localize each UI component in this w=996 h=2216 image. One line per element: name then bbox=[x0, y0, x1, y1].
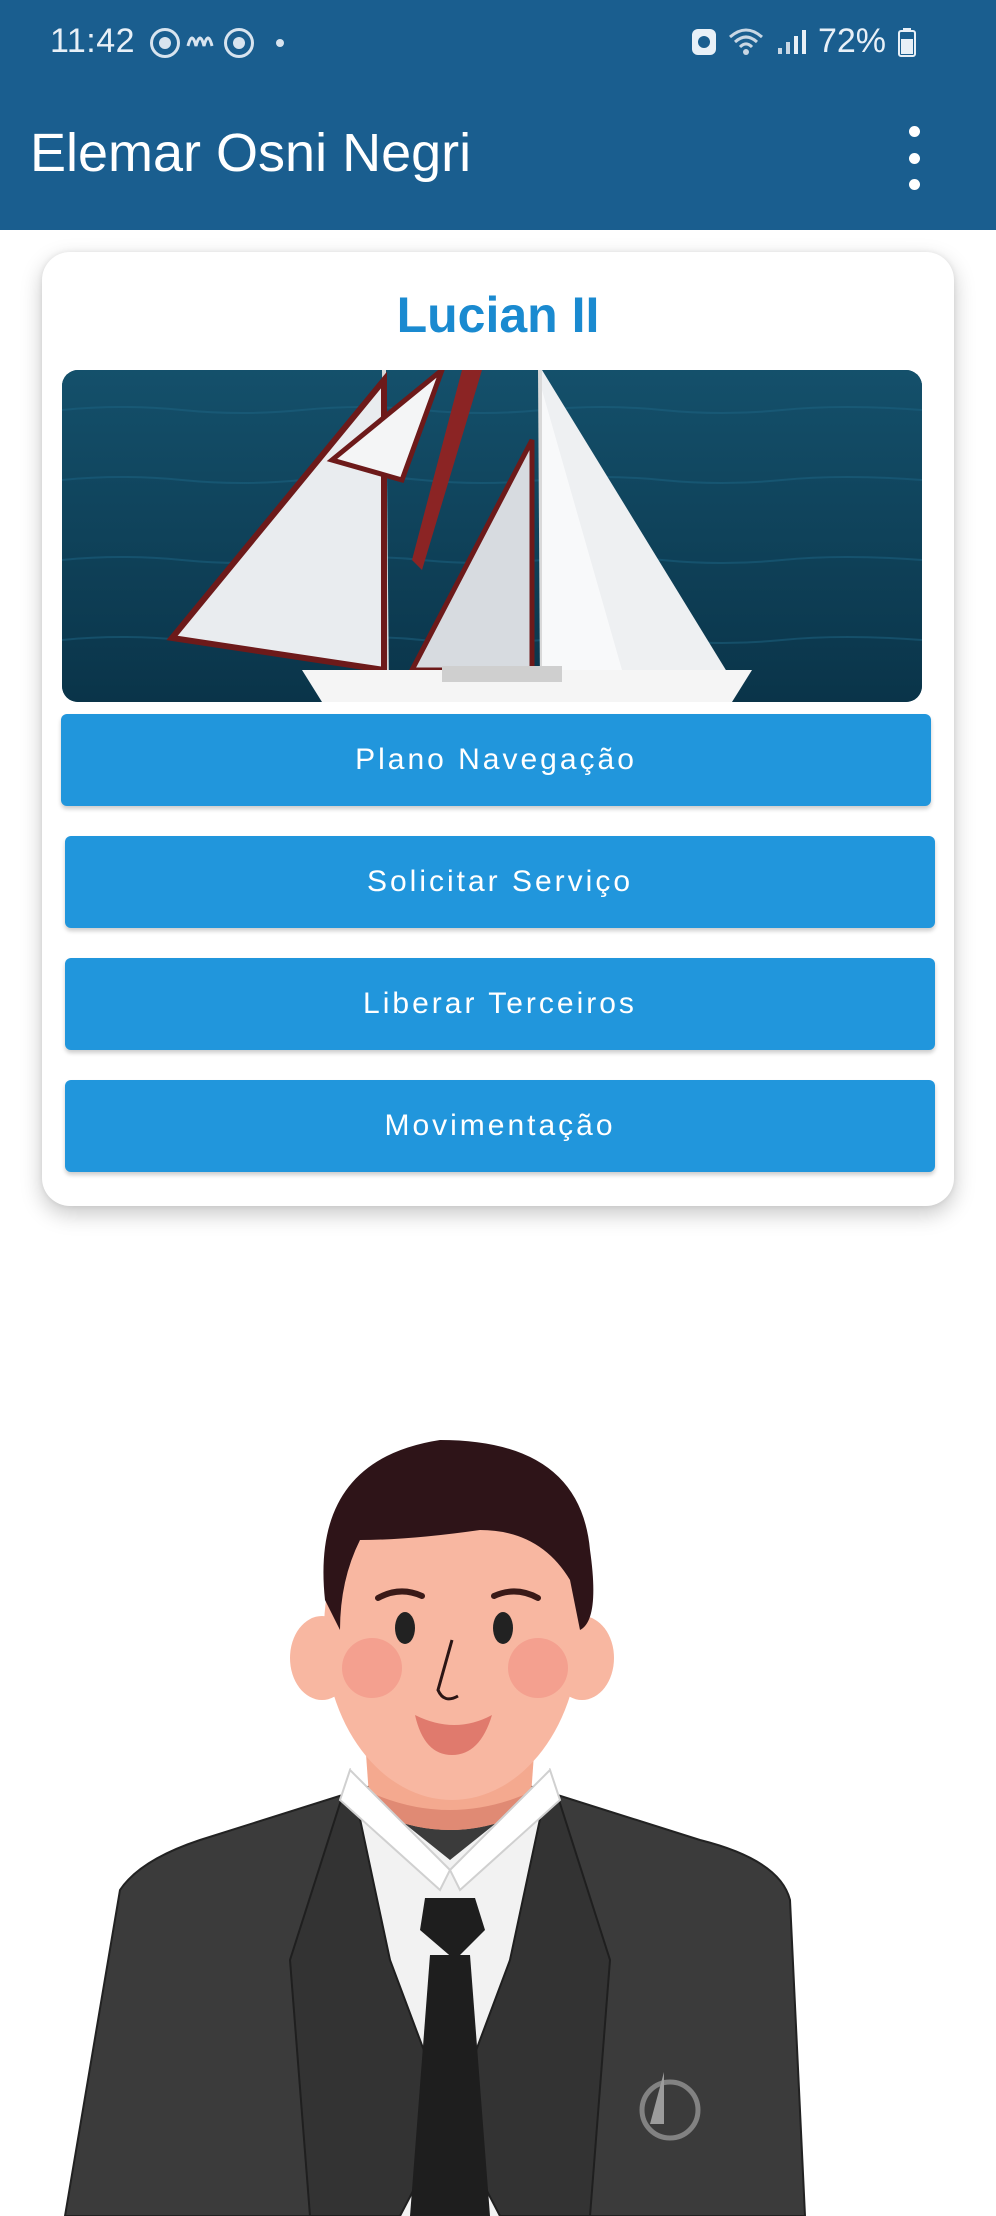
notification-icon bbox=[224, 27, 254, 58]
vessel-name: Lucian II bbox=[396, 287, 600, 343]
vessel-card: Lucian II Plano Navegação Solicitar Serv… bbox=[42, 252, 954, 1206]
battery-percent: 72% bbox=[817, 22, 886, 60]
movimentacao-button[interactable]: Movimentação bbox=[65, 1080, 935, 1172]
businessman-avatar bbox=[60, 1400, 820, 2216]
wifi-icon bbox=[728, 27, 764, 57]
status-notifications bbox=[150, 26, 284, 59]
alarm-icon bbox=[691, 28, 716, 55]
sailboat-photo bbox=[62, 370, 922, 702]
notification-icon bbox=[150, 27, 180, 58]
signal-icon bbox=[776, 28, 806, 56]
app-bar: Elemar Osni Negri bbox=[0, 86, 996, 230]
solicitar-servico-button[interactable]: Solicitar Serviço bbox=[65, 836, 935, 928]
screen: 11:42 72% Elemar Osni Negri Lucian II Pl… bbox=[0, 0, 996, 2216]
page-title: Elemar Osni Negri bbox=[30, 123, 472, 183]
notification-icon bbox=[186, 26, 218, 59]
more-vert-icon[interactable] bbox=[902, 126, 926, 190]
battery-icon bbox=[898, 27, 916, 57]
more-notifications-dot-icon bbox=[276, 38, 284, 47]
status-time: 11:42 bbox=[50, 22, 136, 60]
plano-navegacao-button[interactable]: Plano Navegação bbox=[61, 714, 931, 806]
liberar-terceiros-button[interactable]: Liberar Terceiros bbox=[65, 958, 935, 1050]
status-bar: 11:42 72% bbox=[0, 0, 996, 86]
status-right: 72% bbox=[691, 22, 916, 61]
